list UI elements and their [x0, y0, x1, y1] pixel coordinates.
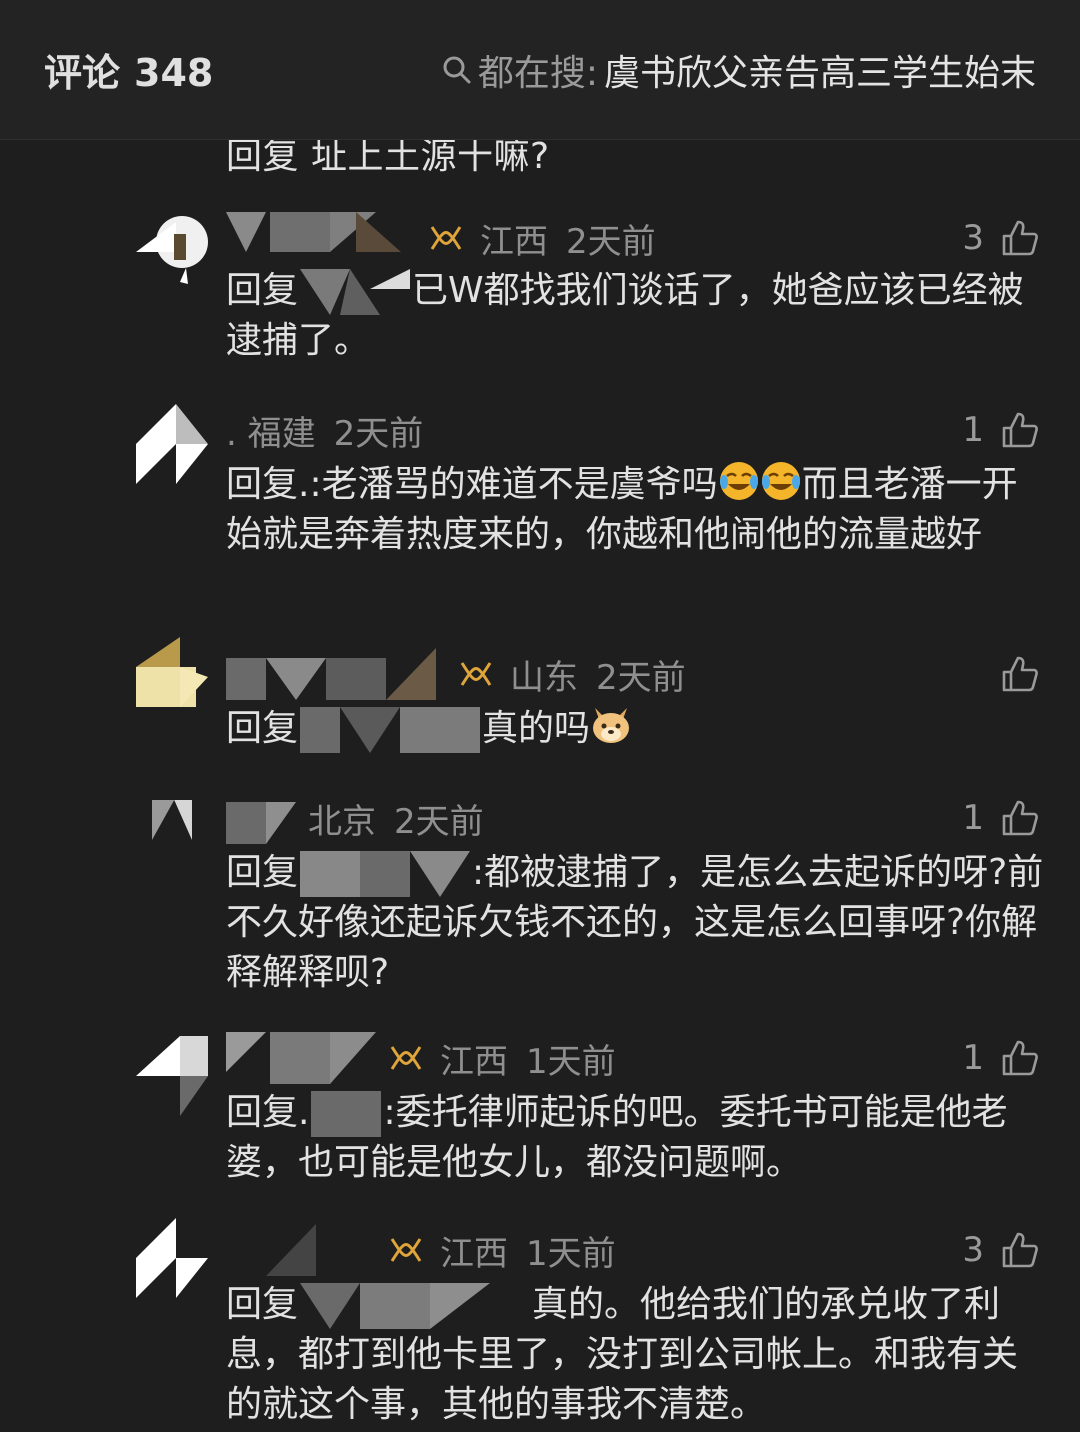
thumbs-up-icon — [1002, 1232, 1038, 1268]
comment-body: 回复 真的吗 — [226, 704, 1046, 754]
search-query[interactable]: 虞书欣父亲告高三学生始末 — [604, 44, 1036, 96]
comment-region: 山东 — [510, 657, 578, 698]
reply-prefix: 回复.:老潘骂的难道不是虞爷吗 — [226, 464, 718, 505]
like-count: 1 — [962, 1038, 984, 1078]
like-button[interactable]: 1 — [962, 410, 1040, 450]
username-mosaic — [266, 1224, 316, 1276]
comment-body: 回复 真的。他给我们的承兑收了利息，都打到他卡里了，没打到公司帐上。和我有关的就… — [226, 1280, 1046, 1430]
comment-item[interactable]: 山东 2天前 回复 真的吗 — [0, 637, 1080, 776]
comment-meta: 江西 2天前 3 — [226, 210, 1040, 266]
like-count: 1 — [962, 410, 984, 450]
like-button[interactable]: 3 — [962, 1230, 1040, 1270]
avatar[interactable] — [136, 800, 208, 840]
comment-body: 回复.:老潘骂的难道不是虞爷吗 而且老潘一开始就是奔着热度来的，你越和他闹他的流… — [226, 460, 1046, 560]
vip-badge-icon — [390, 1238, 422, 1262]
reply-prefix: 回复 — [226, 270, 299, 311]
comment-item[interactable]: 江西 1天前 3 回复 真的。他给我们的承兑收了利息，都打到他卡里了，没打到公司… — [0, 1218, 1080, 1432]
avatar[interactable] — [136, 212, 208, 284]
username-mosaic — [300, 269, 411, 315]
thumbs-up-icon — [1002, 656, 1038, 692]
avatar[interactable] — [136, 1208, 208, 1300]
like-button[interactable]: 1 — [962, 1038, 1040, 1078]
username-mosaic — [300, 707, 481, 753]
comment-body: 回复 已W都找我们谈话了，她爸应该已经被逮捕了。 — [226, 266, 1046, 366]
reply-prefix: 回复 — [226, 1284, 299, 1325]
vip-badge-icon — [460, 662, 492, 686]
comment-item[interactable]: 江西 1天前 1 回复. :委托律师起诉的吧。委托书可能是他老婆，也可能是他女儿… — [0, 1030, 1080, 1210]
comment-meta: 江西 1天前 3 — [226, 1222, 1040, 1278]
comment-item[interactable]: 北京 2天前 1 回复 :都被逮捕了，是怎么去起诉的呀?前不久好像还起诉欠钱不还… — [0, 790, 1080, 1020]
comment-time: 2天前 — [394, 801, 484, 842]
comment-region: 北京 — [308, 801, 376, 842]
comment-meta: 山东 2天前 — [226, 646, 1040, 702]
reply-content: 真的吗 — [482, 708, 591, 749]
like-button[interactable]: 1 — [962, 798, 1040, 838]
username-mosaic — [226, 802, 296, 844]
username-mosaic — [311, 1091, 382, 1137]
thumbs-up-icon — [1002, 220, 1038, 256]
avatar[interactable] — [136, 1026, 208, 1118]
comment-time: 1天前 — [526, 1041, 616, 1082]
comment-time: 2天前 — [596, 657, 686, 698]
username-mosaic — [300, 851, 471, 897]
comment-feed[interactable]: 回复 址上土源十嘛? 江西 2天前 3 回复 已W都找我们谈话了，她爸应该已经被… — [0, 140, 1080, 1432]
like-count: 1 — [962, 798, 984, 838]
username-mosaic — [226, 1032, 376, 1084]
avatar[interactable] — [136, 394, 208, 486]
doge-emoji-icon — [593, 708, 630, 743]
comment-region: . 福建 — [226, 413, 316, 454]
comment-region: 江西 — [440, 1041, 508, 1082]
username-mosaic — [300, 1283, 491, 1329]
comment-body: 回复 :都被逮捕了，是怎么去起诉的呀?前不久好像还起诉欠钱不还的，这是怎么回事呀… — [226, 848, 1046, 998]
thumbs-up-icon — [1002, 800, 1038, 836]
reply-prefix: 回复. — [226, 1092, 310, 1133]
username-mosaic — [226, 648, 436, 700]
partial-reply: 回复 址上土源十嘛? — [226, 140, 550, 177]
vip-badge-icon — [390, 1046, 422, 1070]
comment-time: 1天前 — [526, 1233, 616, 1274]
comments-count: 348 — [134, 51, 214, 95]
laughing-crying-emoji-icon — [761, 462, 800, 500]
like-button[interactable] — [984, 654, 1040, 694]
search-icon — [443, 56, 471, 83]
username-mosaic — [226, 212, 401, 252]
comment-region: 江西 — [440, 1233, 508, 1274]
comment-item[interactable]: . 福建 2天前 1 回复.:老潘骂的难道不是虞爷吗 而且老潘一开始就是奔着热度… — [0, 402, 1080, 622]
like-button[interactable]: 3 — [962, 218, 1040, 258]
like-count: 3 — [962, 218, 984, 258]
comment-meta: 北京 2天前 1 — [226, 790, 1040, 846]
search-label: 都在搜: — [477, 52, 598, 94]
comment-meta: . 福建 2天前 1 — [226, 402, 1040, 458]
comment-time: 2天前 — [566, 221, 656, 262]
comment-region: 江西 — [480, 221, 548, 262]
trending-search[interactable]: 都在搜: 虞书欣父亲告高三学生始末 — [442, 44, 1036, 96]
vip-badge-icon — [430, 226, 462, 250]
comment-time: 2天前 — [333, 413, 424, 454]
thumbs-up-icon — [1002, 412, 1038, 448]
laughing-crying-emoji-icon — [719, 462, 758, 500]
comments-title: 评论 348 — [44, 42, 213, 97]
reply-prefix: 回复 — [226, 852, 299, 893]
reply-prefix: 回复 — [226, 708, 299, 749]
comment-item[interactable]: 江西 2天前 3 回复 已W都找我们谈话了，她爸应该已经被逮捕了。 — [0, 210, 1080, 380]
like-count: 3 — [962, 1230, 984, 1270]
comment-body: 回复. :委托律师起诉的吧。委托书可能是他老婆，也可能是他女儿，都没问题啊。 — [226, 1088, 1046, 1188]
comment-meta: 江西 1天前 1 — [226, 1030, 1040, 1086]
avatar[interactable] — [136, 628, 208, 718]
thumbs-up-icon — [1002, 1040, 1038, 1076]
comments-title-label: 评论 — [44, 51, 121, 95]
comments-header: 评论 348 都在搜: 虞书欣父亲告高三学生始末 — [0, 0, 1080, 140]
